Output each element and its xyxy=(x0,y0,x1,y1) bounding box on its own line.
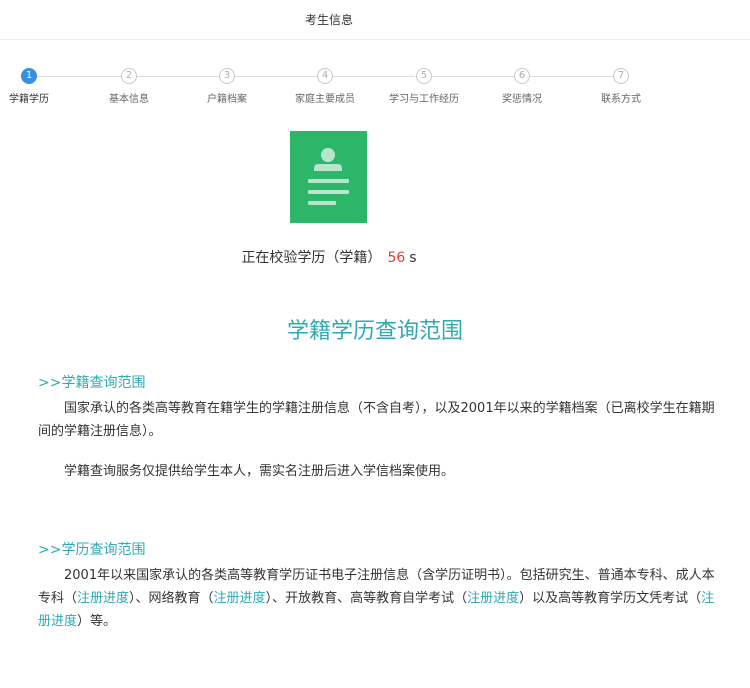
step-label: 奖惩情况 xyxy=(502,94,542,105)
step-number: 2 xyxy=(121,68,137,84)
verify-status: 正在校验学历（学籍） 56 s xyxy=(0,247,658,267)
verify-message: 正在校验学历（学籍） xyxy=(241,250,382,266)
step-number: 1 xyxy=(21,68,37,84)
step-label: 学籍学历 xyxy=(9,94,49,105)
step-contact[interactable]: 7 联系方式 xyxy=(581,68,661,105)
step-label: 基本信息 xyxy=(109,94,149,105)
xueli-scope-paragraph: 2001年以来国家承认的各类高等教育学历证书电子注册信息（含学历证明书）。包括研… xyxy=(38,568,715,629)
section-title: 学籍学历查询范围 xyxy=(286,319,463,344)
step-xueji[interactable]: 1 学籍学历 xyxy=(0,68,69,105)
step-label: 户籍档案 xyxy=(207,94,247,105)
step-basic-info[interactable]: 2 基本信息 xyxy=(89,68,169,105)
xueli-scope-heading: >>学历查询范围 xyxy=(38,542,146,558)
xueji-scope-heading: >>学籍查询范围 xyxy=(38,375,146,391)
step-label: 学习与工作经历 xyxy=(389,94,459,105)
step-number: 3 xyxy=(219,68,235,84)
countdown-unit: s xyxy=(409,250,417,266)
step-label: 联系方式 xyxy=(601,94,641,105)
page-title: 考生信息 xyxy=(304,13,353,27)
page-header: 考生信息 xyxy=(0,0,750,40)
xueji-scope-paragraph: 国家承认的各类高等教育在籍学生的学籍注册信息（不含自考），以及2001年以来的学… xyxy=(38,401,715,439)
step-rewards[interactable]: 6 奖惩情况 xyxy=(482,68,562,105)
countdown-seconds: 56 xyxy=(387,250,406,266)
xueji-access-paragraph: 学籍查询服务仅提供给学生本人，需实名注册后进入学信档案使用。 xyxy=(64,464,455,479)
step-number: 4 xyxy=(317,68,333,84)
step-family[interactable]: 4 家庭主要成员 xyxy=(285,68,365,105)
step-number: 7 xyxy=(613,68,629,84)
step-household[interactable]: 3 户籍档案 xyxy=(187,68,267,105)
step-number: 5 xyxy=(416,68,432,84)
step-number: 6 xyxy=(514,68,530,84)
profile-document-icon xyxy=(290,131,367,223)
step-label: 家庭主要成员 xyxy=(295,94,355,105)
progress-stepper: 1 学籍学历 2 基本信息 3 户籍档案 4 家庭主要成员 5 学习与工作经历 … xyxy=(0,40,750,110)
registration-progress-link[interactable]: 注册进度 xyxy=(214,591,266,606)
registration-progress-link[interactable]: 注册进度 xyxy=(467,591,519,606)
registration-progress-link[interactable]: 注册进度 xyxy=(77,591,129,606)
step-study-work[interactable]: 5 学习与工作经历 xyxy=(384,68,464,105)
